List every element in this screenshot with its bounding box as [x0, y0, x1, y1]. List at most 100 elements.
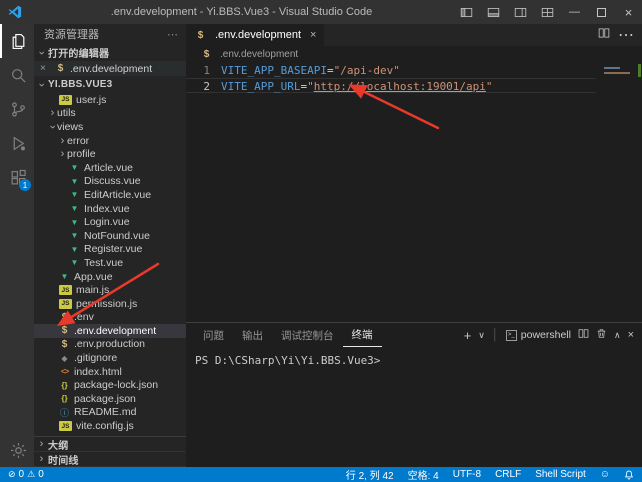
- vue-file-icon: ▼: [68, 218, 81, 227]
- titlebar-controls: — ×: [453, 0, 642, 24]
- tree-item[interactable]: ▼Discuss.vue: [34, 175, 186, 189]
- toggle-secondary-sidebar-icon[interactable]: [507, 0, 534, 24]
- new-terminal-icon[interactable]: +: [464, 328, 472, 343]
- panel-tab[interactable]: 终端: [343, 323, 382, 347]
- file-name: Register.vue: [84, 243, 142, 255]
- tree-item[interactable]: ⓘREADME.md: [34, 406, 186, 420]
- timeline-section-header[interactable]: › 时间线: [34, 452, 186, 467]
- tree-item[interactable]: $.env.production: [34, 338, 186, 352]
- vue-file-icon: ▼: [68, 258, 81, 267]
- tree-item[interactable]: ›error: [34, 134, 186, 148]
- tree-item[interactable]: ▼Test.vue: [34, 256, 186, 270]
- notifications-bell-icon[interactable]: [624, 470, 634, 480]
- outline-section-header[interactable]: › 大纲: [34, 437, 186, 452]
- source-control-icon[interactable]: [0, 92, 34, 126]
- tree-item[interactable]: ◆.gitignore: [34, 351, 186, 365]
- minimap-line-mark: [604, 72, 630, 74]
- split-editor-icon[interactable]: [598, 26, 610, 44]
- tree-item[interactable]: {}package-lock.json: [34, 378, 186, 392]
- tree-item[interactable]: $.env.development: [34, 324, 186, 338]
- close-panel-icon[interactable]: ×: [628, 329, 634, 341]
- env-file-icon: $: [58, 325, 71, 336]
- tree-item[interactable]: <>index.html: [34, 365, 186, 379]
- tree-item[interactable]: ▼NotFound.vue: [34, 229, 186, 243]
- file-name: Article.vue: [84, 162, 133, 174]
- tree-item[interactable]: ▼EditArticle.vue: [34, 188, 186, 202]
- panel-tab[interactable]: 输出: [233, 323, 272, 347]
- tree-item[interactable]: {}package.json: [34, 392, 186, 406]
- encoding[interactable]: UTF-8: [453, 469, 481, 480]
- env-file-icon: $: [58, 312, 71, 323]
- cursor-position[interactable]: 行 2, 列 42: [346, 467, 394, 482]
- maximize-panel-icon[interactable]: ∧: [614, 330, 621, 341]
- open-editors-label: 打开的编辑器: [48, 45, 109, 60]
- tree-item[interactable]: ›views: [34, 120, 186, 134]
- language-mode[interactable]: Shell Script: [535, 469, 586, 480]
- code-line[interactable]: 1VITE_APP_BASEAPI="/api-dev": [186, 63, 596, 78]
- customize-layout-icon[interactable]: [534, 0, 561, 24]
- file-name: views: [57, 121, 83, 133]
- explorer-icon[interactable]: [0, 24, 34, 58]
- window-title: .env.development - Yi.BBS.Vue3 - Visual …: [30, 6, 453, 18]
- terminal-prompt: PS D:\CSharp\Yi\Yi.BBS.Vue3>: [195, 354, 380, 367]
- panel-tab[interactable]: 问题: [194, 323, 233, 347]
- terminal-output[interactable]: PS D:\CSharp\Yi\Yi.BBS.Vue3>: [186, 347, 642, 467]
- extensions-icon[interactable]: 1: [0, 160, 34, 194]
- file-name: index.html: [74, 366, 122, 378]
- vue-file-icon: ▼: [58, 272, 71, 281]
- settings-gear-icon[interactable]: [0, 433, 34, 467]
- open-editor-item[interactable]: × $ .env.development: [34, 61, 186, 76]
- tree-item[interactable]: ▼Register.vue: [34, 243, 186, 257]
- explorer-sidebar: 资源管理器 ⋯ › 打开的编辑器 × $ .env.development › …: [34, 24, 186, 467]
- toggle-panel-icon[interactable]: [480, 0, 507, 24]
- chevron-down-icon: ›: [47, 122, 59, 131]
- open-editors-section-header[interactable]: › 打开的编辑器: [34, 44, 186, 61]
- terminal-selector[interactable]: >_ powershell: [506, 329, 571, 341]
- close-icon[interactable]: ×: [615, 0, 642, 24]
- project-section-header[interactable]: › YI.BBS.VUE3: [34, 76, 186, 93]
- problems-status[interactable]: ⊘ 0 ⚠ 0: [8, 469, 44, 480]
- vue-file-icon: ▼: [68, 245, 81, 254]
- tree-item[interactable]: ›profile: [34, 147, 186, 161]
- tree-item[interactable]: ▼Login.vue: [34, 215, 186, 229]
- code-editor[interactable]: 1VITE_APP_BASEAPI="/api-dev"2VITE_APP_UR…: [186, 62, 642, 322]
- tree-item[interactable]: $.env: [34, 311, 186, 325]
- more-actions-icon[interactable]: ⋯: [618, 25, 634, 45]
- tree-item[interactable]: ›utils: [34, 107, 186, 121]
- title-bar: .env.development - Yi.BBS.Vue3 - Visual …: [0, 0, 642, 24]
- tree-item[interactable]: JSmain.js: [34, 283, 186, 297]
- terminal-dropdown-icon[interactable]: ∨: [478, 330, 485, 341]
- error-count: 0: [19, 469, 25, 480]
- split-terminal-icon[interactable]: [578, 328, 589, 342]
- indentation[interactable]: 空格: 4: [408, 467, 439, 482]
- code-token: =: [327, 63, 334, 78]
- json-file-icon: {}: [58, 394, 71, 403]
- run-debug-icon[interactable]: [0, 126, 34, 160]
- chevron-right-icon: ›: [58, 148, 67, 160]
- tree-item[interactable]: JSuser.js: [34, 93, 186, 107]
- tree-item[interactable]: JSpermission.js: [34, 297, 186, 311]
- tree-item[interactable]: ▼App.vue: [34, 270, 186, 284]
- file-name: Test.vue: [84, 257, 123, 269]
- maximize-icon[interactable]: [588, 0, 615, 24]
- kill-terminal-icon[interactable]: [596, 328, 607, 342]
- tab-env-development[interactable]: $ .env.development ×: [186, 24, 324, 46]
- toggle-sidebar-icon[interactable]: [453, 0, 480, 24]
- code-token: VITE_APP_URL: [221, 79, 300, 92]
- close-tab-icon[interactable]: ×: [310, 29, 316, 41]
- env-file-icon: $: [194, 30, 207, 41]
- close-editor-icon[interactable]: ×: [40, 63, 52, 74]
- js-file-icon: JS: [59, 285, 72, 295]
- code-line[interactable]: 2VITE_APP_URL="http://localhost:19001/ap…: [186, 78, 596, 93]
- feedback-smiley-icon[interactable]: ☺: [600, 469, 610, 480]
- sidebar-more-actions-icon[interactable]: ⋯: [167, 28, 178, 41]
- tree-item[interactable]: ▼Article.vue: [34, 161, 186, 175]
- minimize-icon[interactable]: —: [561, 0, 588, 24]
- panel-tab[interactable]: 调试控制台: [272, 323, 343, 347]
- search-icon[interactable]: [0, 58, 34, 92]
- tree-item[interactable]: JSvite.config.js: [34, 419, 186, 433]
- minimap-line-mark: [604, 67, 620, 69]
- eol-sequence[interactable]: CRLF: [495, 469, 521, 480]
- tree-item[interactable]: ▼Index.vue: [34, 202, 186, 216]
- breadcrumb[interactable]: $ .env.development: [186, 46, 642, 62]
